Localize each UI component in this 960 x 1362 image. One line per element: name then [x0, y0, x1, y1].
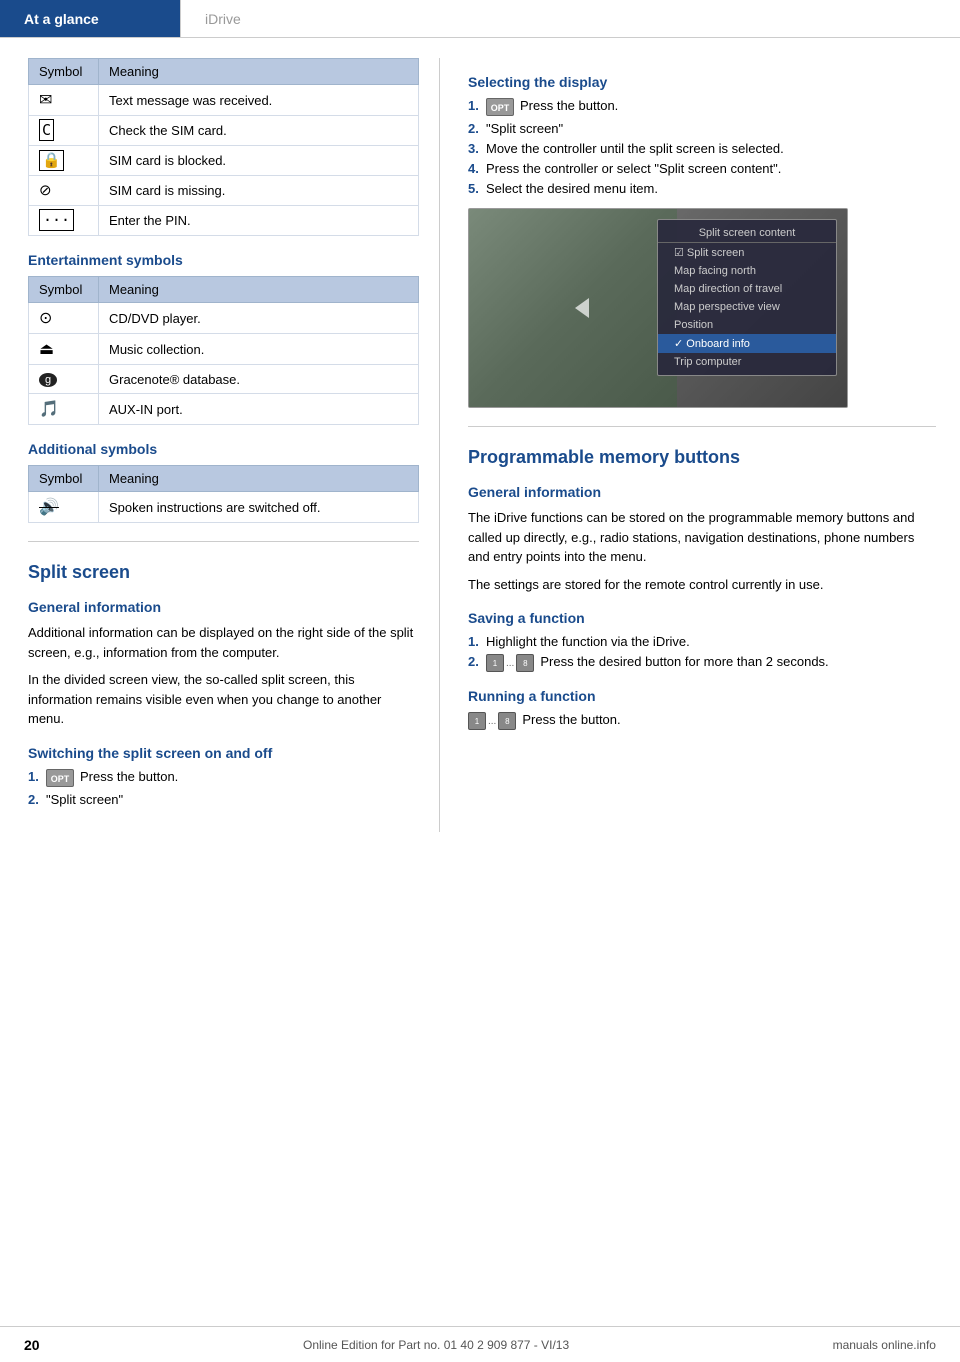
option-button-icon: OPT [486, 98, 514, 116]
table-row: 🔒 SIM card is blocked. [29, 146, 419, 176]
option-button-icon: OPT [46, 769, 74, 787]
saving-function-heading: Saving a function [468, 610, 936, 626]
table-row: g Gracenote® database. [29, 365, 419, 394]
entertainment-symbols-table: Symbol Meaning ⊙ CD/DVD player. ⏏ Music … [28, 276, 419, 425]
col-symbol-header: Symbol [29, 59, 99, 85]
step-2-saving: 2. 1 ... 8 Press the desired button for … [468, 654, 936, 672]
symbol-cell: 🔒 [29, 146, 99, 176]
meaning-cell: Check the SIM card. [99, 116, 419, 146]
running-button-icon: 1 ... 8 [468, 712, 516, 730]
step-1-selecting: 1. OPT Press the button. [468, 98, 936, 116]
step-2-switching: 2. "Split screen" [28, 792, 419, 807]
table-row: ⊙ CD/DVD player. [29, 303, 419, 334]
step-1-switching: 1. OPT Press the button. [28, 769, 419, 787]
table-row: 🎵 AUX-IN port. [29, 394, 419, 425]
right-column: Selecting the display 1. OPT Press the b… [440, 58, 960, 832]
table-row: ⊘ SIM card is missing. [29, 176, 419, 206]
table-row: ⏏ Music collection. [29, 334, 419, 365]
additional-symbols-table: Symbol Meaning 🔊 Spoken instructions are… [28, 465, 419, 523]
col-symbol-header: Symbol [29, 277, 99, 303]
table-row: ··· Enter the PIN. [29, 206, 419, 236]
symbol-cell: g [29, 365, 99, 394]
table-row: C Check the SIM card. [29, 116, 419, 146]
divider [28, 541, 419, 542]
meaning-cell: SIM card is missing. [99, 176, 419, 206]
meaning-cell: Enter the PIN. [99, 206, 419, 236]
meaning-cell: Spoken instructions are switched off. [99, 492, 419, 523]
symbol-cell: ··· [29, 206, 99, 236]
step-3-selecting: 3. Move the controller until the split s… [468, 141, 936, 156]
split-general-p2: In the divided screen view, the so-calle… [28, 670, 419, 729]
col-meaning-header: Meaning [99, 277, 419, 303]
table-row: ✉ Text message was received. [29, 85, 419, 116]
step-2-selecting: 2. "Split screen" [468, 121, 936, 136]
step-4-selecting: 4. Press the controller or select "Split… [468, 161, 936, 176]
header-chapter: At a glance [0, 0, 180, 37]
symbol-cell: C [29, 116, 99, 146]
split-general-p1: Additional information can be displayed … [28, 623, 419, 662]
main-content: Symbol Meaning ✉ Text message was receiv… [0, 38, 960, 832]
programmable-heading: Programmable memory buttons [468, 447, 936, 468]
header-section: iDrive [180, 0, 960, 37]
split-screen-heading: Split screen [28, 562, 419, 583]
symbol-cell: ⏏ [29, 334, 99, 365]
onboard-info-item: ✓ Onboard info [658, 334, 836, 353]
meaning-cell: SIM card is blocked. [99, 146, 419, 176]
symbol-cell: ✉ [29, 85, 99, 116]
meaning-cell: CD/DVD player. [99, 303, 419, 334]
additional-symbols-heading: Additional symbols [28, 441, 419, 457]
footer-watermark: manuals online.info [833, 1338, 936, 1352]
col-meaning-header: Meaning [99, 59, 419, 85]
meaning-cell: Gracenote® database. [99, 365, 419, 394]
symbol-cell: ⊙ [29, 303, 99, 334]
running-function-heading: Running a function [468, 688, 936, 704]
col-symbol-header: Symbol [29, 466, 99, 492]
prog-general-p1: The iDrive functions can be stored on th… [468, 508, 936, 567]
step-5-selecting: 5. Select the desired menu item. [468, 181, 936, 196]
selecting-display-heading: Selecting the display [468, 74, 936, 90]
left-column: Symbol Meaning ✉ Text message was receiv… [0, 58, 440, 832]
divider-2 [468, 426, 936, 427]
col-meaning-header: Meaning [99, 466, 419, 492]
symbol-cell: ⊘ [29, 176, 99, 206]
sim-symbols-table: Symbol Meaning ✉ Text message was receiv… [28, 58, 419, 236]
meaning-cell: AUX-IN port. [99, 394, 419, 425]
page-footer: 20 Online Edition for Part no. 01 40 2 9… [0, 1326, 960, 1362]
table-row: 🔊 Spoken instructions are switched off. [29, 492, 419, 523]
running-step: 1 ... 8 Press the button. [468, 712, 936, 730]
memory-button-icon: 1 ... 8 [486, 654, 534, 672]
split-screen-screenshot: Split screen content ☑ Split screen Map … [468, 208, 848, 408]
entertainment-heading: Entertainment symbols [28, 252, 419, 268]
footer-text: Online Edition for Part no. 01 40 2 909 … [303, 1338, 569, 1352]
switching-heading: Switching the split screen on and off [28, 745, 419, 761]
page-header: At a glance iDrive [0, 0, 960, 38]
split-screen-menu: Split screen content ☑ Split screen Map … [657, 219, 837, 376]
page-number: 20 [24, 1337, 40, 1353]
prog-general-heading: General information [468, 484, 936, 500]
split-general-heading: General information [28, 599, 419, 615]
symbol-cell: 🎵 [29, 394, 99, 425]
meaning-cell: Music collection. [99, 334, 419, 365]
prog-general-p2: The settings are stored for the remote c… [468, 575, 936, 595]
step-1-saving: 1. Highlight the function via the iDrive… [468, 634, 936, 649]
meaning-cell: Text message was received. [99, 85, 419, 116]
symbol-cell: 🔊 [29, 492, 99, 523]
